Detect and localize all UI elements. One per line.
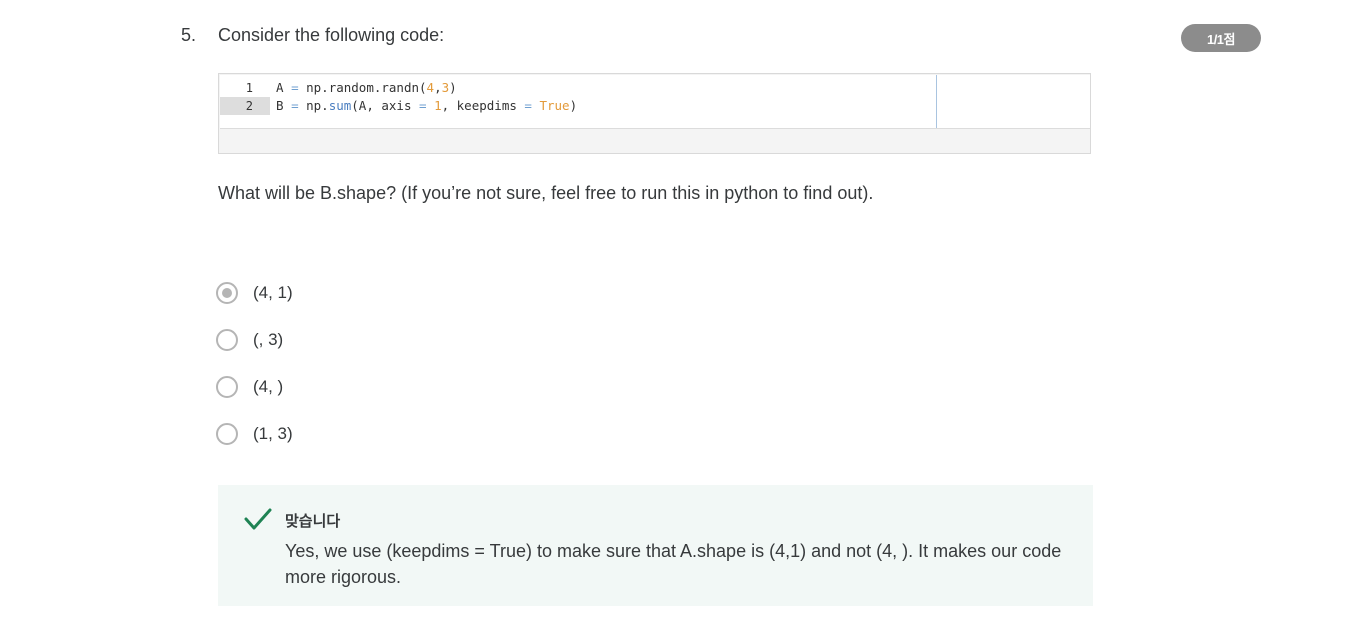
code-token: = xyxy=(419,98,427,113)
feedback-title: 맞습니다 xyxy=(285,513,341,530)
code-line: A = np.random.randn(4,3) xyxy=(276,79,577,97)
score-badge: 1/1점 xyxy=(1181,24,1261,52)
code-lines: A = np.random.randn(4,3) B = np.sum(A, ax… xyxy=(276,79,577,115)
code-token: A xyxy=(276,80,292,95)
code-token: (A, axis xyxy=(351,98,420,113)
code-token: ) xyxy=(449,80,457,95)
code-token: = xyxy=(291,98,299,113)
code-token: = xyxy=(291,80,299,95)
question-number: 5. xyxy=(181,25,197,45)
code-token: 3 xyxy=(441,80,450,95)
code-token: = xyxy=(524,98,532,113)
answer-option[interactable]: (4, ) xyxy=(216,374,283,400)
answer-option[interactable]: (4, 1) xyxy=(216,280,293,306)
answer-option[interactable]: (, 3) xyxy=(216,327,283,353)
code-token: B xyxy=(276,98,292,113)
option-label: (4, 1) xyxy=(253,283,293,302)
code-token: , keepdims xyxy=(441,98,525,113)
code-line: B = np.sum(A, axis = 1, keepdims = True) xyxy=(276,97,577,115)
code-token: np. xyxy=(298,98,329,113)
radio-button[interactable] xyxy=(216,423,238,445)
radio-button[interactable] xyxy=(216,376,238,398)
code-token: np.random.randn( xyxy=(298,80,427,95)
option-label: (, 3) xyxy=(253,330,284,349)
answer-option[interactable]: (1, 3) xyxy=(216,421,293,447)
check-icon xyxy=(244,508,272,530)
question-title: Consider the following code: xyxy=(218,25,445,45)
line-number: 2 xyxy=(220,97,270,115)
code-token: 4 xyxy=(426,80,435,95)
code-block: 1 2 A = np.random.randn(4,3) B = np.sum(A… xyxy=(218,73,1091,154)
code-token: 1 xyxy=(434,98,442,113)
code-token: True xyxy=(539,98,570,113)
code-token: , xyxy=(434,80,442,95)
line-number-gutter: 1 2 xyxy=(220,79,270,115)
code-token: ) xyxy=(569,98,578,113)
radio-button[interactable] xyxy=(216,329,238,351)
editor-ruler xyxy=(936,75,937,128)
radio-button[interactable] xyxy=(216,282,238,304)
code-token: sum xyxy=(328,98,352,113)
question-prompt: What will be B.shape? (If you’re not sur… xyxy=(218,183,874,203)
code-editor[interactable]: 1 2 A = np.random.randn(4,3) B = np.sum(A… xyxy=(220,75,1090,129)
feedback-text: Yes, we use (keepdims = True) to make su… xyxy=(285,541,1062,587)
feedback-panel: 맞습니다 Yes, we use (keepdims = True) to ma… xyxy=(218,485,1093,606)
option-label: (1, 3) xyxy=(253,424,293,443)
line-number: 1 xyxy=(245,81,253,95)
option-label: (4, ) xyxy=(253,377,284,396)
